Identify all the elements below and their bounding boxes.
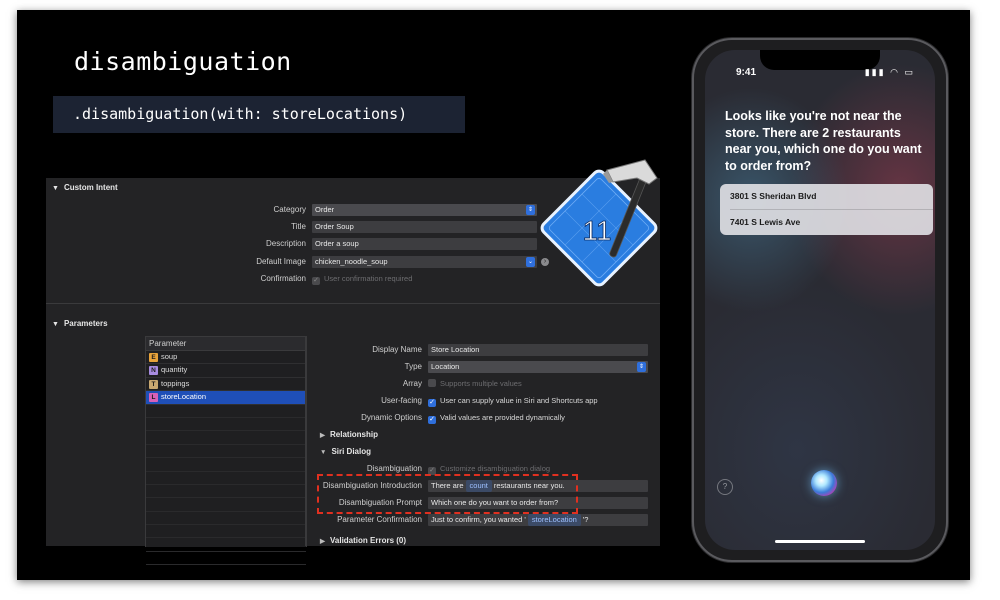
title-field[interactable]: Order Soup <box>312 221 537 233</box>
highlight-box <box>317 474 578 514</box>
number-badge-icon: N <box>149 366 158 376</box>
default-image-label: Default Image <box>256 257 306 266</box>
default-image-combo[interactable]: chicken_noodle_soup ⌄ <box>312 256 537 268</box>
phone-screen: 9:41 ▮▮▮ ◠ ▭ Looks like you're not near … <box>705 50 935 550</box>
parameter-confirmation-field[interactable]: Just to confirm, you wanted ' storeLocati… <box>428 514 648 526</box>
divider <box>46 303 660 304</box>
empty-row <box>146 431 306 445</box>
dynamic-options-label: Dynamic Options <box>361 413 422 422</box>
slide: disambiguation .disambiguation(with: sto… <box>17 10 970 580</box>
siri-orb-icon[interactable] <box>811 470 837 496</box>
disclosure-down-icon: ▼ <box>52 321 59 328</box>
relationship-section[interactable]: ▶ Relationship <box>320 429 378 441</box>
disclosure-right-icon: ▶ <box>320 538 325 545</box>
battery-icon: ▭ <box>904 67 915 77</box>
user-facing-label: User-facing <box>381 396 422 405</box>
empty-row <box>146 525 306 539</box>
empty-row <box>146 538 306 552</box>
category-popup[interactable]: Order ⇕ <box>312 204 537 216</box>
siri-dialog-section[interactable]: ▼ Siri Dialog <box>320 446 371 458</box>
notch <box>760 50 880 70</box>
checkbox-icon <box>428 379 436 387</box>
chevron-down-icon: ⌄ <box>526 257 535 267</box>
option-item[interactable]: 7401 S Lewis Ave <box>720 210 933 235</box>
disclosure-right-icon: ▶ <box>320 432 325 439</box>
checkmark-icon: ✓ <box>428 399 436 407</box>
dynamic-options-checkbox[interactable]: ✓ Valid values are provided dynamically <box>428 412 565 424</box>
disambiguation-list: 3801 S Sheridan Blvd 7401 S Lewis Ave <box>720 184 933 235</box>
title-label: Title <box>291 222 306 231</box>
validation-errors-section[interactable]: ▶ Validation Errors (0) <box>320 535 406 547</box>
empty-row <box>146 445 306 459</box>
iphone-mockup: 9:41 ▮▮▮ ◠ ▭ Looks like you're not near … <box>694 40 946 560</box>
array-label: Array <box>402 379 422 388</box>
help-button[interactable]: ? <box>717 479 733 495</box>
xcode-app-icon: 11 <box>540 159 658 287</box>
checkmark-icon: ✓ <box>428 416 436 424</box>
home-indicator[interactable] <box>775 540 865 543</box>
category-label: Category <box>273 205 306 214</box>
disclosure-down-icon: ▼ <box>320 449 327 456</box>
siri-response: Looks like you're not near the store. Th… <box>725 109 922 173</box>
slide-title: disambiguation <box>74 47 292 76</box>
empty-row <box>146 552 306 566</box>
description-field[interactable]: Order a soup <box>312 238 537 250</box>
display-name-field[interactable]: Store Location <box>428 344 648 356</box>
parameters-header[interactable]: ▼ Parameters <box>46 317 660 331</box>
enum-badge-icon: E <box>149 353 158 362</box>
chevron-updown-icon: ⇕ <box>526 205 535 215</box>
description-label: Description <box>265 239 306 248</box>
type-popup[interactable]: Location ⇕ <box>428 361 648 373</box>
storelocation-token[interactable]: storeLocation <box>527 514 581 526</box>
version-number: 11 <box>582 215 611 246</box>
type-label: Type <box>404 362 422 371</box>
status-icons: ▮▮▮ ◠ ▭ <box>865 67 915 78</box>
code-snippet: .disambiguation(with: storeLocations) <box>53 96 465 133</box>
wifi-icon: ◠ <box>890 67 900 77</box>
disclosure-down-icon: ▼ <box>52 185 59 192</box>
array-checkbox[interactable]: Supports multiple values <box>428 378 522 390</box>
status-time: 9:41 <box>736 67 757 78</box>
signal-icon: ▮▮▮ <box>864 67 886 77</box>
display-name-label: Display Name <box>372 345 422 354</box>
user-facing-checkbox[interactable]: ✓ User can supply value in Siri and Short… <box>428 395 598 407</box>
chevron-updown-icon: ⇕ <box>637 362 646 372</box>
option-item[interactable]: 3801 S Sheridan Blvd <box>720 184 933 209</box>
type-badge-icon: T <box>149 379 158 389</box>
confirmation-label: Confirmation <box>260 274 306 283</box>
location-badge-icon: L <box>149 393 158 403</box>
parameter-confirmation-label: Parameter Confirmation <box>337 515 422 524</box>
checkmark-icon: ✓ <box>312 277 320 285</box>
confirmation-checkbox[interactable]: ✓ User confirmation required <box>312 273 412 285</box>
